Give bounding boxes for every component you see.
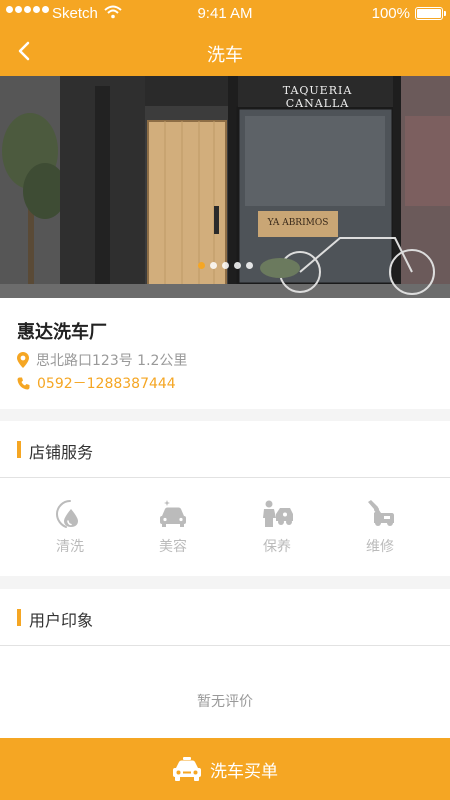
service-repair[interactable]: 维修: [330, 498, 430, 556]
shop-name: 惠达洗车厂: [17, 322, 107, 343]
location-pin-icon: [17, 352, 29, 368]
service-label: 维修: [366, 539, 394, 555]
carousel-dot[interactable]: [233, 262, 241, 269]
reviews-panel: 暂无评价: [0, 646, 450, 738]
reviews-empty-text: 暂无评价: [197, 694, 253, 710]
phone-icon: [17, 377, 30, 389]
nav-bar: 洗车: [0, 27, 450, 76]
service-label: 美容: [159, 539, 187, 555]
sign-top: TAQUERIA CANALLA: [282, 84, 353, 110]
reviews-section-title: 用户印象: [29, 611, 94, 630]
service-label: 保养: [263, 539, 291, 555]
section-accent-bar: [17, 441, 21, 458]
carousel-dot[interactable]: [245, 262, 253, 269]
shop-banner-carousel[interactable]: TAQUERIA CANALLA YA ABRIMOS: [0, 76, 450, 298]
reviews-section-header: 用户印象: [0, 589, 450, 646]
battery-percent: 100%: [371, 5, 410, 22]
shop-address[interactable]: 思北路口123号 1.2公里: [17, 350, 187, 370]
shop-info: 惠达洗车厂 思北路口123号 1.2公里 0592－1288387444: [0, 298, 450, 409]
battery-icon: [415, 7, 446, 20]
phone-number: 0592－1288387444: [37, 376, 176, 392]
wash-checkout-button[interactable]: 洗车买单: [0, 738, 450, 800]
car-icon: [173, 757, 201, 781]
carousel-indicator[interactable]: [0, 262, 450, 269]
wash-checkout-label: 洗车买单: [210, 761, 278, 782]
services-section-title: 店铺服务: [29, 443, 94, 462]
service-maintenance[interactable]: 保养: [227, 498, 327, 556]
carousel-dot[interactable]: [221, 262, 229, 269]
section-accent-bar: [17, 609, 21, 626]
service-wash[interactable]: 清洗: [20, 498, 120, 556]
carousel-dot[interactable]: [197, 262, 205, 269]
shop-phone[interactable]: 0592－1288387444: [17, 373, 176, 393]
page-title: 洗车: [207, 45, 243, 66]
sign-door: YA ABRIMOS: [267, 218, 329, 228]
beauty-icon: [160, 500, 186, 527]
services-section-header: 店铺服务: [0, 421, 450, 478]
status-bar: Sketch 9:41 AM 100%: [0, 0, 450, 27]
address-text: 思北路口123号 1.2公里: [36, 353, 188, 369]
wash-icon: [55, 500, 78, 528]
service-label: 清洗: [56, 539, 84, 555]
services-grid: 清洗 美容 保养 维修: [0, 478, 450, 576]
repair-icon: [368, 500, 394, 526]
carousel-dot[interactable]: [209, 262, 217, 269]
maintenance-icon: [263, 500, 293, 527]
service-beauty[interactable]: 美容: [123, 498, 223, 556]
